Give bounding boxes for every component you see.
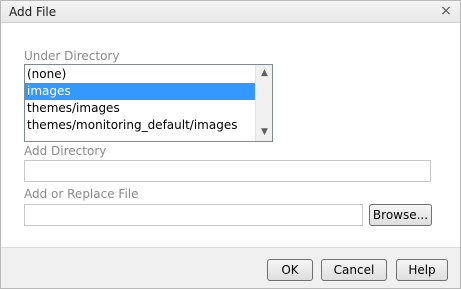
ok-button[interactable]: OK bbox=[267, 259, 313, 281]
add-file-dialog: Add File × Under Directory (none) images… bbox=[0, 0, 461, 289]
browse-button[interactable]: Browse... bbox=[369, 204, 432, 226]
list-item-none[interactable]: (none) bbox=[25, 66, 257, 83]
list-item-monitoring-images[interactable]: themes/monitoring_default/images bbox=[25, 117, 257, 134]
under-directory-label: Under Directory bbox=[24, 49, 120, 63]
dialog-footer: OK Cancel Help bbox=[1, 247, 460, 288]
listbox-items: (none) images themes/images themes/monit… bbox=[25, 65, 257, 141]
replace-file-label: Add or Replace File bbox=[24, 187, 139, 201]
close-icon[interactable]: × bbox=[438, 3, 454, 19]
scroll-down-icon[interactable]: ▼ bbox=[256, 124, 272, 141]
under-directory-listbox[interactable]: (none) images themes/images themes/monit… bbox=[24, 64, 273, 142]
help-button[interactable]: Help bbox=[396, 259, 448, 281]
add-directory-input[interactable] bbox=[24, 160, 431, 182]
cancel-button[interactable]: Cancel bbox=[321, 259, 387, 281]
listbox-scrollbar[interactable]: ▲ ▼ bbox=[255, 65, 272, 141]
list-item-themes-images[interactable]: themes/images bbox=[25, 100, 257, 117]
add-directory-label: Add Directory bbox=[24, 144, 107, 158]
scroll-track[interactable] bbox=[259, 83, 269, 123]
replace-file-input[interactable] bbox=[24, 204, 363, 226]
dialog-title: Add File bbox=[9, 5, 57, 19]
scroll-up-icon[interactable]: ▲ bbox=[256, 65, 272, 82]
dialog-titlebar: Add File × bbox=[1, 1, 460, 23]
list-item-images[interactable]: images bbox=[25, 83, 257, 100]
